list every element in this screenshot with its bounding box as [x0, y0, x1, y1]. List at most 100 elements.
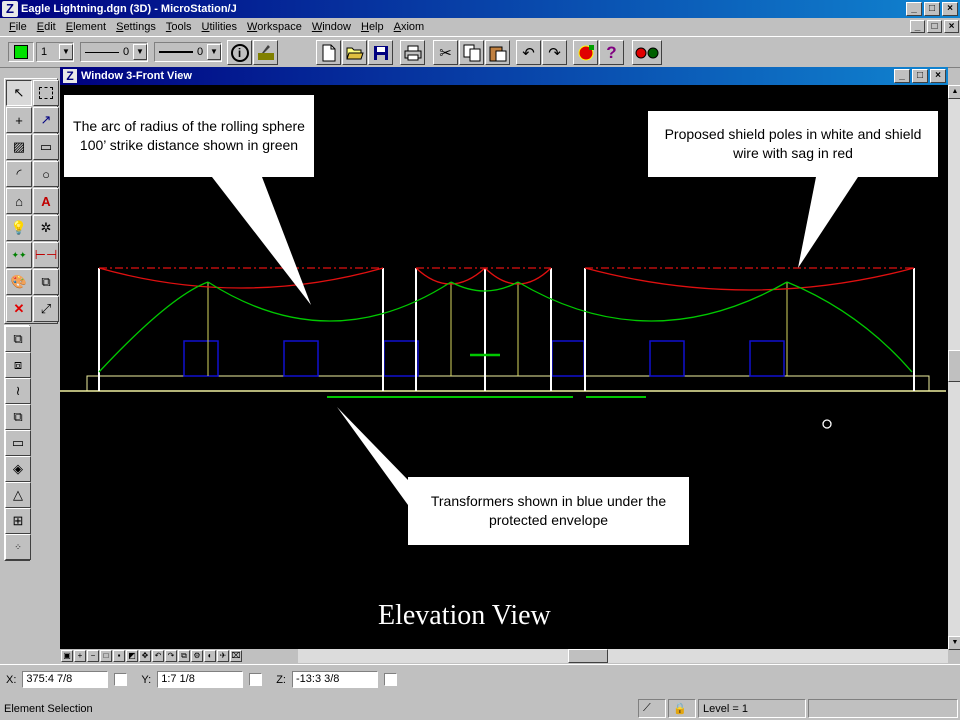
- line-weight-combo[interactable]: 0 ▼: [154, 42, 222, 62]
- z-coordinate-field[interactable]: -13:3 3/8: [291, 671, 378, 688]
- x-coordinate-field[interactable]: 375:4 7/8: [22, 671, 109, 688]
- fit-view-button[interactable]: ▪: [113, 650, 125, 662]
- doc-close-button[interactable]: ×: [944, 20, 959, 33]
- help-button[interactable]: ?: [599, 40, 624, 65]
- menu-window[interactable]: Window: [307, 21, 356, 33]
- view-tool-5[interactable]: ▭: [5, 430, 31, 456]
- view-minimize-button[interactable]: _: [894, 69, 910, 83]
- scroll-up-button[interactable]: ▲: [948, 85, 960, 99]
- place-rectangle-tool[interactable]: ▭: [33, 134, 59, 160]
- view-attributes-button[interactable]: ⚙: [191, 650, 203, 662]
- place-text-tool[interactable]: A: [33, 188, 59, 214]
- new-file-button[interactable]: [316, 40, 341, 65]
- paste-icon: [489, 46, 506, 61]
- chevron-down-icon[interactable]: ▼: [133, 44, 147, 60]
- chevron-down-icon[interactable]: ▼: [207, 44, 221, 60]
- stop-button[interactable]: [573, 40, 598, 65]
- manipulate-tool[interactable]: ⧉: [33, 269, 59, 295]
- menu-element[interactable]: Element: [61, 21, 111, 33]
- save-button[interactable]: [368, 40, 393, 65]
- view-tool-3[interactable]: ≀: [5, 378, 31, 404]
- menu-edit[interactable]: Edit: [32, 21, 61, 33]
- fence-tool[interactable]: [33, 80, 59, 106]
- dimension-tool[interactable]: ⊢⊣: [33, 242, 59, 268]
- maximize-button[interactable]: □: [924, 2, 940, 16]
- menu-tools[interactable]: Tools: [161, 21, 197, 33]
- menu-axiom[interactable]: Axiom: [389, 21, 430, 33]
- view-tool-8[interactable]: ⊞: [5, 508, 31, 534]
- z-lock-checkbox[interactable]: [383, 673, 397, 686]
- view-maximize-button[interactable]: □: [912, 69, 928, 83]
- menu-workspace[interactable]: Workspace: [242, 21, 307, 33]
- horizontal-scroll-thumb[interactable]: [568, 649, 608, 663]
- active-level-cell[interactable]: Level = 1: [698, 699, 806, 718]
- menu-utilities[interactable]: Utilities: [197, 21, 242, 33]
- cut-button[interactable]: ✂: [433, 40, 458, 65]
- y-lock-checkbox[interactable]: [249, 673, 263, 686]
- view-tool-7[interactable]: △: [5, 482, 31, 508]
- menu-file[interactable]: File: [4, 21, 32, 33]
- line-style-combo[interactable]: 0 ▼: [80, 42, 148, 62]
- secondary-tool-palette: ⧉ ⧈ ≀ ⧉ ▭ ◈ △ ⊞ ⁘: [4, 325, 31, 561]
- minimize-button[interactable]: _: [906, 2, 922, 16]
- y-coordinate-field[interactable]: 1:7 1/8: [157, 671, 244, 688]
- doc-restore-button[interactable]: □: [927, 20, 942, 33]
- view-tool-4[interactable]: ⧉: [5, 404, 31, 430]
- place-cell-tool[interactable]: ⌂: [6, 188, 32, 214]
- view-tool-9[interactable]: ⁘: [5, 534, 31, 560]
- view-tool-6[interactable]: ◈: [5, 456, 31, 482]
- place-arc-tool[interactable]: ◜: [6, 161, 32, 187]
- file-lock-cell[interactable]: 🔒: [668, 699, 696, 718]
- place-block-tool[interactable]: ▨: [6, 134, 32, 160]
- window-area-button[interactable]: □: [100, 650, 112, 662]
- place-point-tool[interactable]: +: [6, 107, 32, 133]
- menu-settings[interactable]: Settings: [111, 21, 161, 33]
- doc-minimize-button[interactable]: _: [910, 20, 925, 33]
- render-view-button[interactable]: ◐: [204, 650, 216, 662]
- close-button[interactable]: ×: [942, 2, 958, 16]
- key-in-button[interactable]: [253, 40, 278, 65]
- view-status-button[interactable]: [632, 40, 662, 65]
- zoom-out-button[interactable]: −: [87, 650, 99, 662]
- vertical-scroll-thumb[interactable]: [948, 350, 960, 382]
- menu-help[interactable]: Help: [356, 21, 389, 33]
- modify-element-tool[interactable]: ⤢: [33, 296, 59, 322]
- undo-button[interactable]: ↶: [516, 40, 541, 65]
- camera-view-button[interactable]: ✈: [217, 650, 229, 662]
- active-color-picker[interactable]: [8, 42, 34, 62]
- microstation-icon: Z: [2, 1, 18, 17]
- element-selection-tool[interactable]: ↖: [6, 80, 32, 106]
- pattern-tool[interactable]: ✦✦: [6, 242, 32, 268]
- place-smartline-tool[interactable]: ↗: [33, 107, 59, 133]
- clip-view-button[interactable]: ⌧: [230, 650, 242, 662]
- copy-view-button[interactable]: ⧉: [178, 650, 190, 662]
- pan-view-button[interactable]: ✥: [139, 650, 151, 662]
- paste-button[interactable]: [485, 40, 510, 65]
- delete-element-tool[interactable]: ✕: [6, 296, 32, 322]
- active-level-combo[interactable]: 1 ▼: [36, 42, 74, 62]
- update-view-button[interactable]: ▣: [61, 650, 73, 662]
- open-file-button[interactable]: [342, 40, 367, 65]
- view-close-button[interactable]: ×: [930, 69, 946, 83]
- snap-mode-cell[interactable]: ⟋: [638, 699, 666, 718]
- redo-button[interactable]: ↷: [542, 40, 567, 65]
- change-attributes-tool[interactable]: 🎨: [6, 269, 32, 295]
- view-vertical-scrollbar[interactable]: ▲ ▼: [948, 85, 960, 650]
- place-circle-tool[interactable]: ○: [33, 161, 59, 187]
- print-button[interactable]: [400, 40, 425, 65]
- view-previous-button[interactable]: ↶: [152, 650, 164, 662]
- view-horizontal-scrollbar[interactable]: [298, 649, 948, 663]
- view-tool-2[interactable]: ⧈: [5, 352, 31, 378]
- scroll-down-button[interactable]: ▼: [948, 636, 960, 650]
- snap-tool[interactable]: ✲: [33, 215, 59, 241]
- element-info-button[interactable]: i: [227, 40, 252, 65]
- copy-button[interactable]: [459, 40, 484, 65]
- view-next-button[interactable]: ↷: [165, 650, 177, 662]
- zoom-in-button[interactable]: +: [74, 650, 86, 662]
- shield-callout: Proposed shield poles in white and shiel…: [648, 111, 938, 177]
- view-tool-1[interactable]: ⧉: [5, 326, 31, 352]
- chevron-down-icon[interactable]: ▼: [59, 44, 73, 60]
- x-lock-checkbox[interactable]: [114, 673, 128, 686]
- rotate-view-button[interactable]: ◩: [126, 650, 138, 662]
- tag-tool[interactable]: 💡: [6, 215, 32, 241]
